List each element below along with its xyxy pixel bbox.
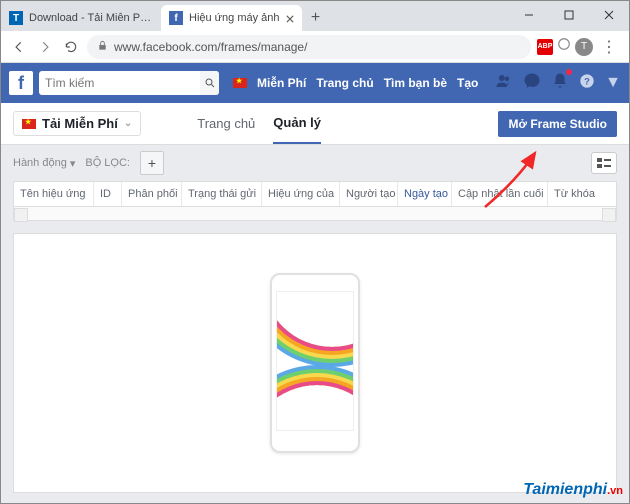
forward-button[interactable] — [35, 37, 55, 57]
close-window-button[interactable] — [589, 1, 629, 29]
actions-dropdown[interactable]: Hành động ▾ — [13, 157, 75, 170]
page-selector[interactable]: Tải Miễn Phí ⌄ — [13, 111, 141, 136]
back-button[interactable] — [9, 37, 29, 57]
window-titlebar: T Download - Tải Miễn Phí VN - Ph f Hiệu… — [1, 1, 629, 31]
frame-preview-panel — [13, 233, 617, 493]
view-toggle-button[interactable] — [591, 152, 617, 174]
col-id[interactable]: ID — [94, 182, 122, 206]
col-effect-of[interactable]: Hiệu ứng của — [262, 182, 340, 206]
nav-create[interactable]: Tạo — [457, 76, 478, 90]
col-creator[interactable]: Người tạo — [340, 182, 398, 206]
reload-button[interactable] — [61, 37, 81, 57]
horizontal-scrollbar[interactable] — [14, 206, 616, 220]
svg-text:?: ? — [584, 76, 590, 86]
browser-tab[interactable]: T Download - Tải Miễn Phí VN - Ph — [1, 5, 161, 31]
search-input[interactable] — [45, 76, 200, 90]
col-name[interactable]: Tên hiệu ứng — [14, 182, 94, 206]
add-filter-button[interactable]: + — [140, 151, 164, 175]
col-distribution[interactable]: Phân phối — [122, 182, 182, 206]
search-box[interactable] — [39, 71, 219, 95]
chevron-down-icon: ⌄ — [124, 118, 132, 129]
frames-topbar: Tải Miễn Phí ⌄ Trang chủ Quản lý Mở Fram… — [1, 103, 629, 145]
abp-icon[interactable]: ABP — [537, 39, 553, 55]
col-created-date[interactable]: Ngày tạo — [398, 182, 452, 206]
menu-button[interactable]: ⋮ — [597, 37, 621, 57]
url-text: www.facebook.com/frames/manage/ — [114, 40, 307, 54]
phone-mockup — [270, 273, 360, 453]
maximize-button[interactable] — [549, 1, 589, 29]
caret-icon: ▾ — [70, 157, 76, 170]
col-keyword[interactable]: Từ khóa — [548, 182, 616, 206]
flag-icon — [233, 78, 247, 88]
facebook-logo[interactable]: f — [9, 71, 33, 95]
favicon-fb-icon: f — [169, 11, 183, 25]
lock-icon — [97, 40, 108, 54]
url-input[interactable]: www.facebook.com/frames/manage/ — [87, 35, 531, 59]
table-header-row: Tên hiệu ứng ID Phân phối Trạng thái gửi… — [14, 182, 616, 206]
rainbow-frame-top — [276, 291, 354, 347]
extension-icon[interactable] — [557, 37, 571, 56]
favicon-t-icon: T — [9, 11, 23, 25]
table-controls: Hành động ▾ BỘ LỌC: + — [1, 145, 629, 181]
dropdown-icon[interactable]: ▼ — [605, 74, 621, 92]
phone-screen — [276, 291, 354, 431]
minimize-button[interactable] — [509, 1, 549, 29]
friends-icon[interactable] — [495, 72, 513, 95]
facebook-header: f Miễn Phí Trang chủ Tìm bạn bè Tạo ? ▼ — [1, 63, 629, 103]
browser-tab-active[interactable]: f Hiệu ứng máy ảnh — [161, 5, 302, 31]
notification-badge — [566, 69, 572, 75]
page-name: Tải Miễn Phí — [42, 116, 118, 131]
help-icon[interactable]: ? — [579, 73, 595, 94]
nav-home[interactable]: Trang chủ — [316, 76, 373, 90]
filter-label: BỘ LỌC: — [85, 157, 130, 169]
new-tab-button[interactable]: + — [306, 8, 326, 28]
profile-avatar-icon[interactable]: T — [575, 38, 593, 56]
rainbow-frame-bottom — [276, 385, 354, 431]
notifications-icon[interactable] — [551, 72, 569, 95]
tab-manage[interactable]: Quản lý — [273, 103, 321, 144]
nav-find-friends[interactable]: Tìm bạn bè — [384, 76, 447, 90]
search-button[interactable] — [200, 71, 219, 95]
open-frame-studio-button[interactable]: Mở Frame Studio — [498, 111, 617, 137]
flag-icon — [22, 119, 36, 129]
watermark: Taimienphi.vn — [523, 481, 623, 499]
messenger-icon[interactable] — [523, 72, 541, 95]
tab-title: Hiệu ứng máy ảnh — [189, 12, 280, 24]
col-send-status[interactable]: Trạng thái gửi — [182, 182, 262, 206]
page-content: Tải Miễn Phí ⌄ Trang chủ Quản lý Mở Fram… — [1, 103, 629, 503]
tab-title: Download - Tải Miễn Phí VN - Ph — [29, 12, 153, 24]
frames-table: Tên hiệu ứng ID Phân phối Trạng thái gửi… — [13, 181, 617, 221]
nav-profile[interactable]: Miễn Phí — [257, 76, 306, 90]
close-tab-icon[interactable] — [286, 14, 294, 22]
address-bar: www.facebook.com/frames/manage/ ABP T ⋮ — [1, 31, 629, 63]
col-last-updated[interactable]: Cập nhật lần cuối — [452, 182, 548, 206]
tab-home[interactable]: Trang chủ — [197, 103, 255, 144]
